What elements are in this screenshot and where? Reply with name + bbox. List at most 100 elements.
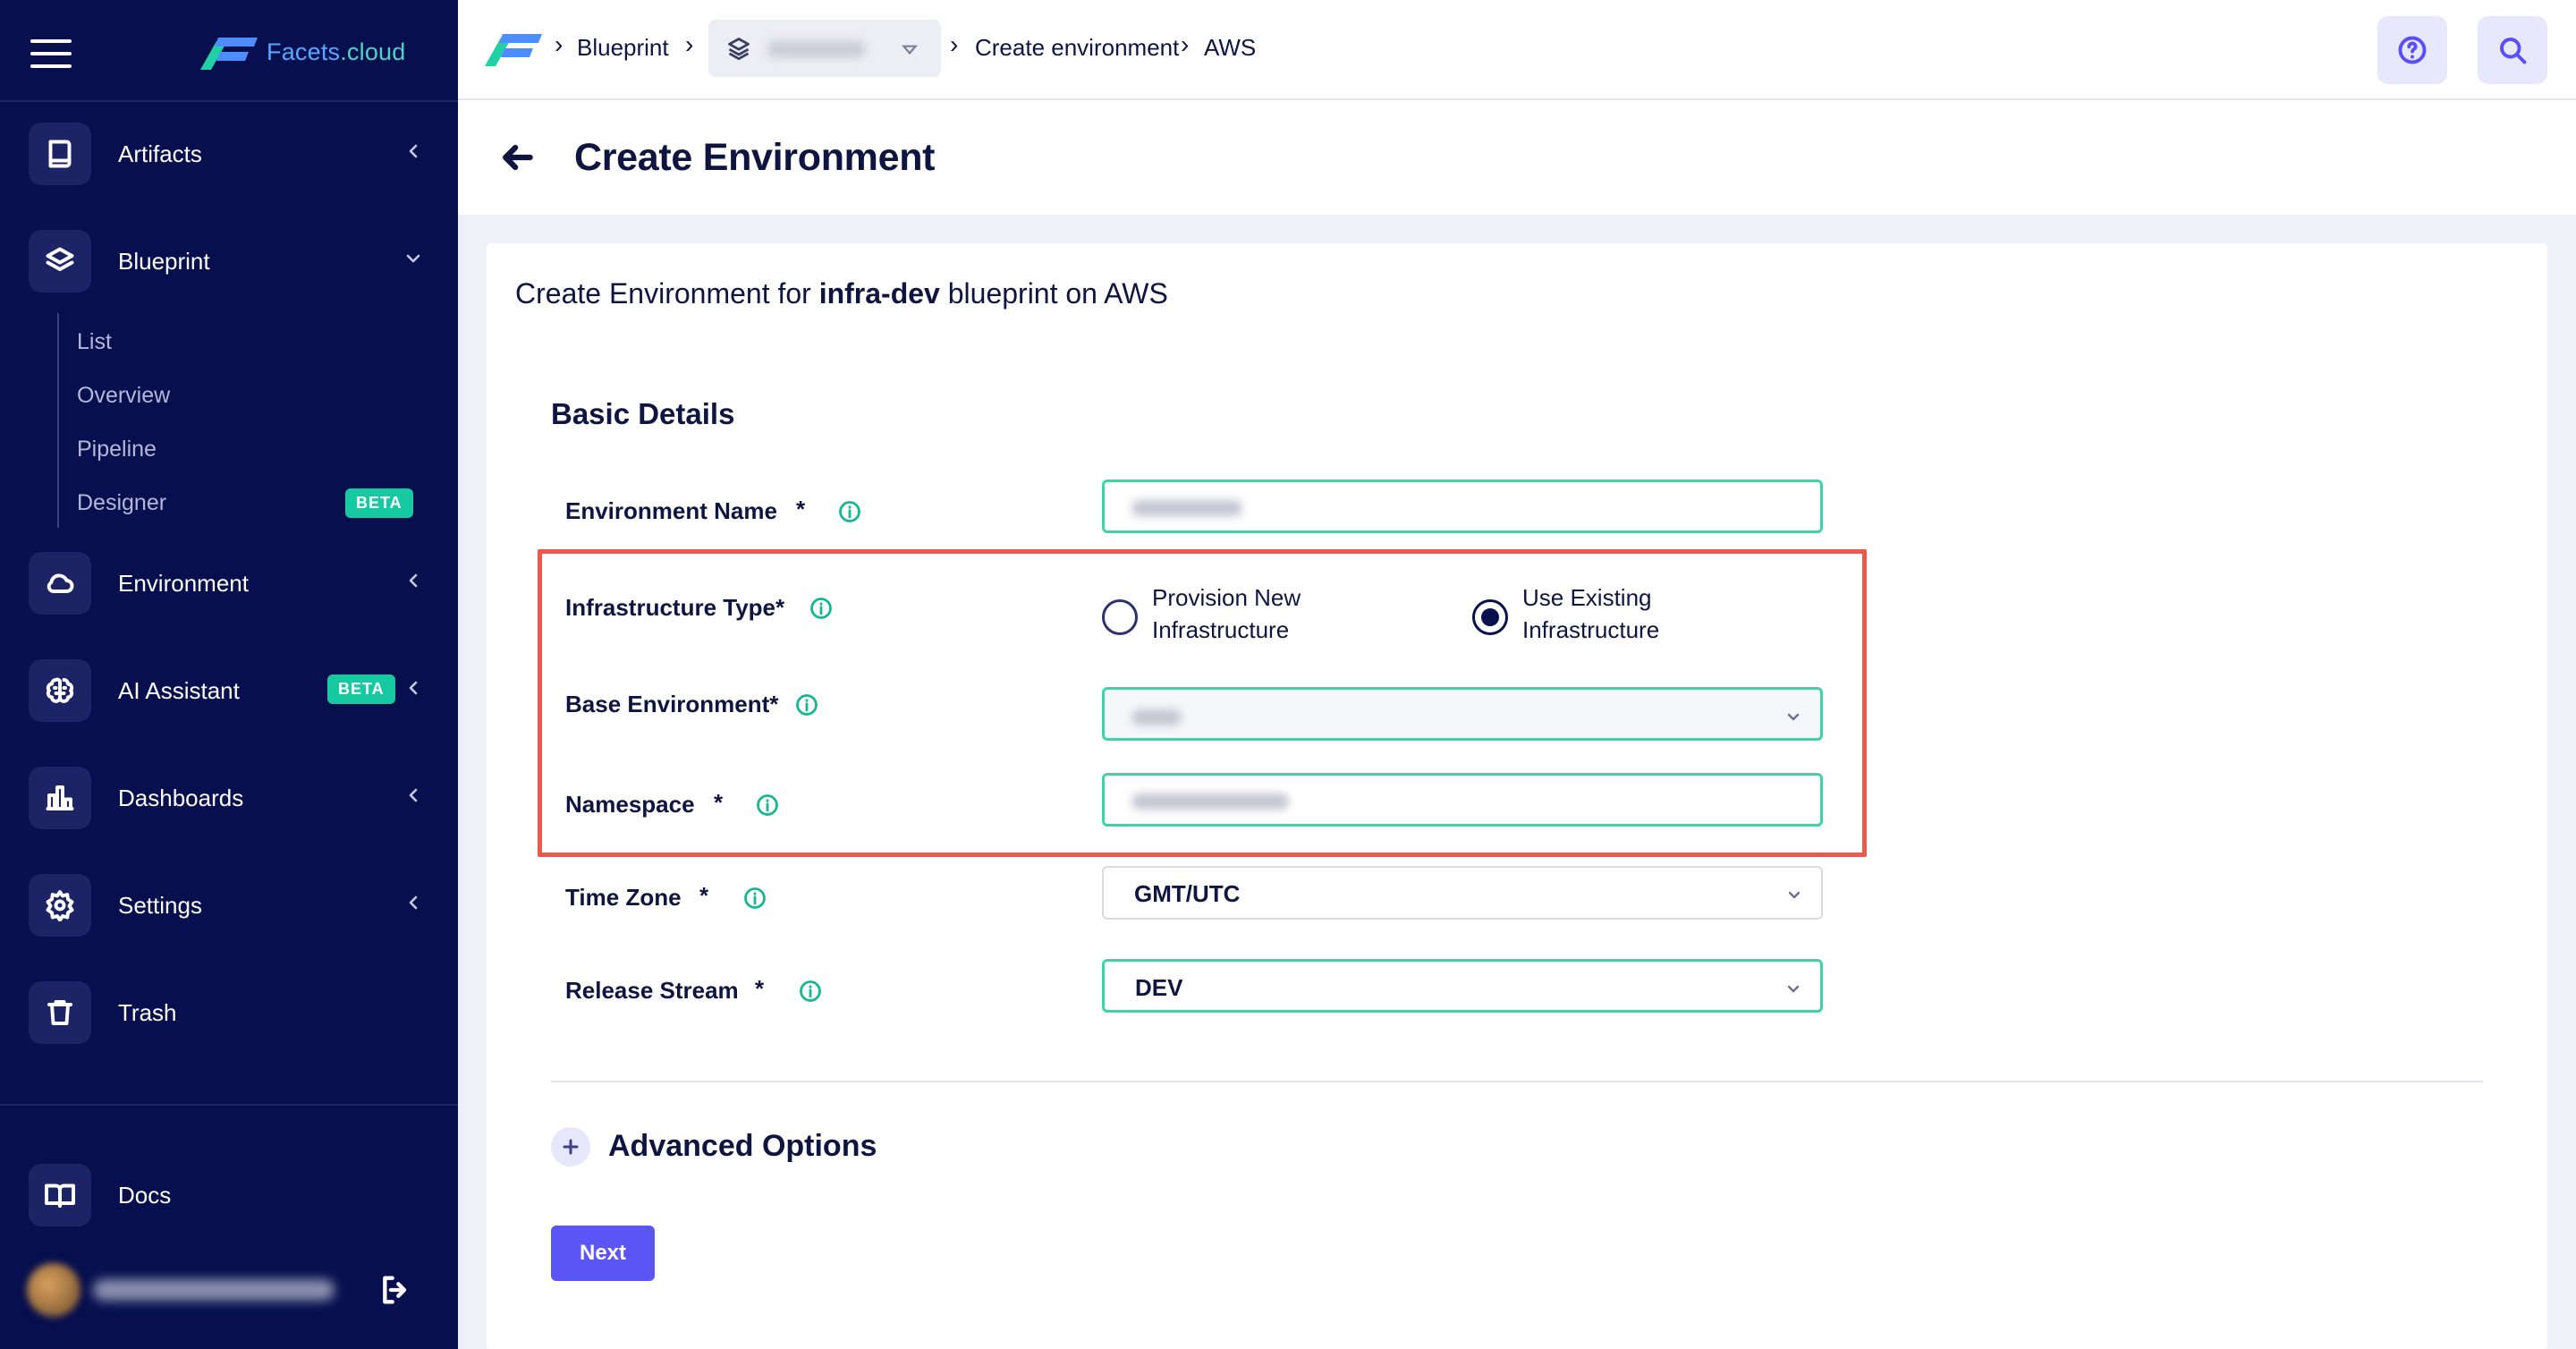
user-name-blurred	[93, 1279, 335, 1301]
facets-logo-icon[interactable]	[485, 30, 544, 71]
help-button[interactable]	[2377, 16, 2447, 84]
required-asterisk: *	[755, 975, 765, 1002]
open-book-icon	[29, 1164, 91, 1226]
gear-icon	[29, 874, 91, 937]
environment-name-input[interactable]	[1102, 479, 1823, 533]
namespace-value-blurred	[1131, 793, 1289, 810]
release-stream-value: DEV	[1135, 974, 1183, 1001]
chevron-left-icon	[404, 786, 422, 810]
trash-icon	[29, 981, 91, 1044]
infrastructure-type-label: Infrastructure Type*	[565, 594, 785, 621]
next-button[interactable]: Next	[551, 1226, 655, 1281]
time-zone-select[interactable]: GMT/UTC	[1102, 866, 1823, 920]
sidebar-subitem-pipeline[interactable]: Pipeline	[77, 437, 157, 462]
breadcrumb-aws: AWS	[1204, 34, 1257, 61]
sidebar-item-blueprint[interactable]: Blueprint	[0, 225, 458, 297]
form-subtitle: Create Environment for infra-dev bluepri…	[515, 277, 1168, 310]
search-button[interactable]	[2478, 16, 2547, 84]
sidebar-item-label: Docs	[118, 1181, 172, 1209]
breadcrumb-chevron-icon: ›	[555, 30, 564, 58]
sidebar-subitem-list[interactable]: List	[77, 329, 112, 355]
base-environment-label: Base Environment*	[565, 691, 779, 717]
page-title: Create Environment	[574, 136, 936, 179]
blueprint-selector[interactable]	[708, 20, 941, 77]
page-header: Create Environment	[458, 100, 2576, 215]
breadcrumb-create-environment[interactable]: Create environment	[975, 34, 1179, 62]
facets-logo-icon	[200, 38, 258, 70]
sidebar-item-label: Environment	[118, 569, 249, 597]
sidebar-item-ai-assistant[interactable]: AI Assistant BETA	[0, 655, 458, 726]
environment-name-value-blurred	[1131, 500, 1242, 516]
radio-label-use-existing: Use Existing Infrastructure	[1522, 584, 1660, 643]
book-icon	[29, 123, 91, 185]
advanced-options-toggle[interactable]: Advanced Options	[608, 1129, 877, 1164]
info-icon[interactable]	[755, 793, 780, 818]
sidebar-item-label: Trash	[118, 998, 177, 1026]
time-zone-label: Time Zone	[565, 884, 682, 911]
back-arrow-icon[interactable]	[497, 138, 537, 177]
beta-badge: BETA	[345, 488, 413, 518]
time-zone-value: GMT/UTC	[1134, 880, 1241, 907]
sidebar-item-label: Settings	[118, 891, 202, 919]
sidebar: Facets.cloud Artifacts Blueprint List Ov…	[0, 0, 458, 1349]
sidebar-subitem-overview[interactable]: Overview	[77, 383, 170, 409]
sidebar-item-label: Dashboards	[118, 784, 244, 811]
avatar[interactable]	[27, 1263, 80, 1317]
chevron-down-icon	[1784, 980, 1802, 997]
release-stream-label: Release Stream	[565, 977, 739, 1004]
logout-icon[interactable]	[377, 1272, 413, 1308]
info-icon[interactable]	[794, 692, 819, 717]
chevron-left-icon	[404, 572, 422, 595]
radio-label-provision-new: Provision New Infrastructure	[1152, 584, 1301, 643]
sidebar-header: Facets.cloud	[0, 0, 458, 102]
radio-use-existing[interactable]	[1472, 599, 1508, 635]
breadcrumb-chevron-icon: ›	[685, 30, 694, 58]
info-icon[interactable]	[809, 596, 834, 621]
submenu-guide-line	[57, 313, 59, 528]
sidebar-item-label: Blueprint	[118, 247, 210, 275]
namespace-input[interactable]	[1102, 773, 1823, 827]
sidebar-divider	[0, 1104, 458, 1106]
chevron-left-icon	[404, 894, 422, 917]
namespace-label: Namespace	[565, 791, 695, 818]
radio-provision-new[interactable]	[1102, 599, 1138, 635]
info-icon[interactable]	[798, 979, 823, 1004]
cloud-icon	[29, 552, 91, 615]
breadcrumb-blueprint[interactable]: Blueprint	[577, 34, 669, 62]
user-profile[interactable]	[27, 1260, 407, 1322]
chevron-down-icon	[1784, 708, 1802, 725]
hamburger-menu-icon[interactable]	[30, 39, 72, 68]
required-asterisk: *	[714, 789, 724, 816]
sidebar-item-artifacts[interactable]: Artifacts	[0, 118, 458, 190]
required-asterisk: *	[796, 496, 806, 522]
sidebar-item-dashboards[interactable]: Dashboards	[0, 762, 458, 834]
blueprint-selector-value-blurred	[767, 41, 866, 57]
section-divider	[551, 1081, 2483, 1082]
sidebar-item-environment[interactable]: Environment	[0, 547, 458, 619]
info-icon[interactable]	[837, 499, 862, 524]
info-icon[interactable]	[742, 886, 767, 911]
plus-icon[interactable]	[551, 1127, 590, 1167]
sidebar-subitem-designer[interactable]: Designer	[77, 490, 166, 516]
chevron-left-icon	[404, 142, 422, 165]
brand-name: Facets.cloud	[267, 38, 406, 65]
section-title-basic-details: Basic Details	[551, 397, 735, 430]
chevron-down-icon	[404, 250, 422, 273]
sidebar-item-settings[interactable]: Settings	[0, 870, 458, 941]
sidebar-item-label: AI Assistant	[118, 676, 240, 704]
breadcrumb-chevron-icon: ›	[950, 30, 959, 58]
brand-logo[interactable]: Facets.cloud	[200, 34, 405, 70]
layers-icon	[728, 38, 750, 61]
top-bar: › Blueprint › › Create environment › AWS	[458, 0, 2576, 100]
release-stream-select[interactable]: DEV	[1102, 959, 1823, 1013]
sidebar-item-trash[interactable]: Trash	[0, 977, 458, 1048]
brain-icon	[29, 659, 91, 722]
breadcrumb-chevron-icon: ›	[1181, 30, 1190, 58]
base-environment-value-blurred	[1131, 709, 1182, 725]
sidebar-item-docs[interactable]: Docs	[0, 1159, 458, 1231]
base-environment-select[interactable]	[1102, 687, 1823, 741]
required-asterisk: *	[699, 882, 709, 909]
help-icon	[2398, 36, 2427, 64]
chevron-down-icon	[1785, 886, 1803, 904]
layers-icon	[29, 230, 91, 293]
